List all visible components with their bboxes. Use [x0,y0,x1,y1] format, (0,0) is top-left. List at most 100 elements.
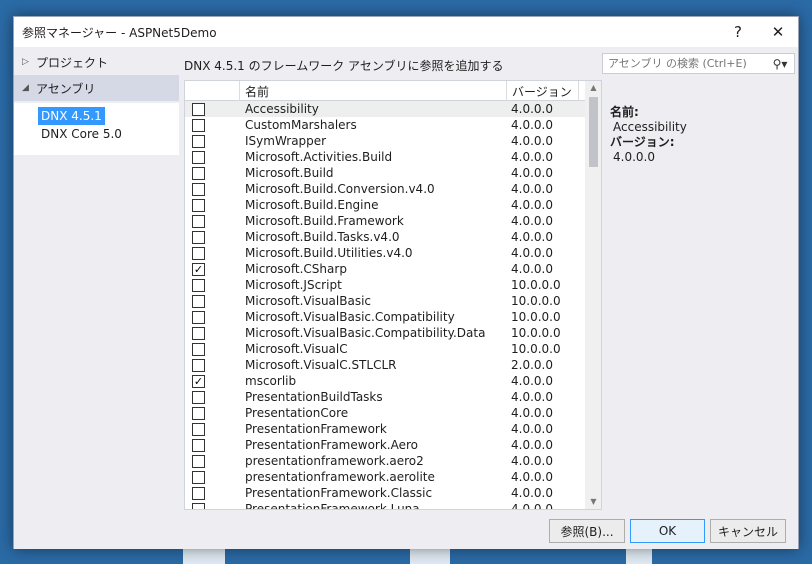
framework-item-dnxcore50[interactable]: DNX Core 5.0 [38,125,125,143]
column-header-version[interactable]: バージョン [507,81,579,101]
table-row[interactable]: Microsoft.VisualC 10.0.0.0 [185,341,585,357]
assembly-version: 4.0.0.0 [511,486,553,500]
desktop-tile [183,548,225,564]
assembly-name: Microsoft.Activities.Build [245,150,393,164]
table-row[interactable]: Microsoft.Build.Engine 4.0.0.0 [185,197,585,213]
details-pane: 名前: Accessibility バージョン: 4.0.0.0 [610,105,795,165]
assembly-version: 10.0.0.0 [511,278,561,292]
table-row[interactable]: Microsoft.VisualBasic.Compatibility 10.0.… [185,309,585,325]
table-row[interactable]: Microsoft.Build.Framework 4.0.0.0 [185,213,585,229]
collapse-arrow-icon: ◢ [22,83,29,93]
checkbox[interactable] [192,407,205,420]
checkbox[interactable] [192,199,205,212]
assembly-name: PresentationFramework.Aero [245,438,418,452]
column-header-name[interactable]: 名前 [240,81,507,101]
checkbox[interactable] [192,119,205,132]
assembly-version: 4.0.0.0 [511,214,553,228]
checkbox[interactable] [192,151,205,164]
details-name-label: 名前: [610,105,639,119]
table-row[interactable]: ✓ Microsoft.CSharp 4.0.0.0 [185,261,585,277]
checkbox[interactable] [192,471,205,484]
checkbox-checked[interactable]: ✓ [192,263,205,276]
table-row[interactable]: presentationframework.aerolite 4.0.0.0 [185,469,585,485]
checkbox[interactable] [192,423,205,436]
column-header-check[interactable] [185,81,240,101]
table-row[interactable]: Microsoft.Build.Conversion.v4.0 4.0.0.0 [185,181,585,197]
browse-button[interactable]: 参照(B)... [549,519,625,543]
table-row[interactable]: PresentationFramework.Aero 4.0.0.0 [185,437,585,453]
table-row[interactable]: Microsoft.Build.Tasks.v4.0 4.0.0.0 [185,229,585,245]
scroll-up-icon[interactable]: ▲ [585,81,601,95]
assembly-list[interactable]: 名前 バージョン Accessibility 4.0.0.0 CustomMarsh… [184,80,602,510]
scroll-thumb[interactable] [589,97,598,167]
table-row[interactable]: Microsoft.Activities.Build 4.0.0.0 [185,149,585,165]
table-row[interactable]: Microsoft.VisualBasic 10.0.0.0 [185,293,585,309]
vertical-scrollbar[interactable]: ▲ ▼ [585,81,601,509]
table-row[interactable]: Microsoft.Build.Utilities.v4.0 4.0.0.0 [185,245,585,261]
assembly-name: PresentationFramework.Classic [245,486,433,500]
checkbox[interactable] [192,231,205,244]
checkbox[interactable] [192,455,205,468]
table-row[interactable]: PresentationCore 4.0.0.0 [185,405,585,421]
checkbox[interactable] [192,487,205,500]
checkbox[interactable] [192,183,205,196]
assembly-name: CustomMarshalers [245,118,357,132]
table-row[interactable]: Microsoft.JScript 10.0.0.0 [185,277,585,293]
checkbox[interactable] [192,279,205,292]
search-icon[interactable]: ⚲▾ [766,57,794,71]
assembly-version: 4.0.0.0 [511,470,553,484]
table-row[interactable]: Microsoft.VisualC.STLCLR 2.0.0.0 [185,357,585,373]
table-row[interactable]: CustomMarshalers 4.0.0.0 [185,117,585,133]
assembly-name: Microsoft.VisualBasic.Compatibility.Data [245,326,486,340]
checkbox[interactable] [192,103,205,116]
close-button[interactable]: ✕ [758,17,798,47]
ok-button[interactable]: OK [630,519,705,543]
table-row[interactable]: PresentationFramework.Luna 4.0.0.0 [185,501,585,510]
assembly-version: 4.0.0.0 [511,182,553,196]
assembly-version: 4.0.0.0 [511,438,553,452]
assembly-name: Microsoft.VisualC [245,342,348,356]
assembly-name: Microsoft.VisualC.STLCLR [245,358,397,372]
assembly-version: 4.0.0.0 [511,374,553,388]
list-header-text: DNX 4.5.1 のフレームワーク アセンブリに参照を追加する [184,59,504,73]
cancel-button[interactable]: キャンセル [710,519,786,543]
checkbox-checked[interactable]: ✓ [192,375,205,388]
assembly-version: 4.0.0.0 [511,502,553,510]
search-input[interactable] [603,57,766,70]
assembly-name: Microsoft.Build.Utilities.v4.0 [245,246,413,260]
assembly-name: Microsoft.CSharp [245,262,347,276]
table-row[interactable]: ISymWrapper 4.0.0.0 [185,133,585,149]
checkbox[interactable] [192,215,205,228]
category-assemblies[interactable]: ◢ アセンブリ [14,75,179,101]
checkbox[interactable] [192,343,205,356]
assembly-version: 4.0.0.0 [511,134,553,148]
assembly-version: 4.0.0.0 [511,166,553,180]
checkbox[interactable] [192,503,205,509]
table-row[interactable]: Microsoft.VisualBasic.Compatibility.Data… [185,325,585,341]
table-row[interactable]: PresentationBuildTasks 4.0.0.0 [185,389,585,405]
table-row[interactable]: PresentationFramework.Classic 4.0.0.0 [185,485,585,501]
table-row[interactable]: PresentationFramework 4.0.0.0 [185,421,585,437]
checkbox[interactable] [192,167,205,180]
checkbox[interactable] [192,295,205,308]
framework-item-dnx451[interactable]: DNX 4.5.1 [38,107,105,125]
table-row[interactable]: ✓ mscorlib 4.0.0.0 [185,373,585,389]
checkbox[interactable] [192,439,205,452]
checkbox[interactable] [192,359,205,372]
checkbox[interactable] [192,311,205,324]
checkbox[interactable] [192,391,205,404]
assembly-name: Microsoft.VisualBasic [245,294,372,308]
assembly-name: Microsoft.Build [245,166,334,180]
checkbox[interactable] [192,247,205,260]
table-row[interactable]: presentationframework.aero2 4.0.0.0 [185,453,585,469]
table-row[interactable]: Microsoft.Build 4.0.0.0 [185,165,585,181]
checkbox[interactable] [192,135,205,148]
checkbox[interactable] [192,327,205,340]
assembly-name: Microsoft.Build.Engine [245,198,379,212]
table-row[interactable]: Accessibility 4.0.0.0 [185,101,585,117]
scroll-down-icon[interactable]: ▼ [585,495,601,509]
reference-manager-dialog: 参照マネージャー - ASPNet5Demo ? ✕ ▷ プロジェクト ◢ アセ… [13,16,799,549]
category-projects[interactable]: ▷ プロジェクト [14,49,179,75]
help-button[interactable]: ? [718,17,758,47]
details-name-value: Accessibility [613,120,687,134]
